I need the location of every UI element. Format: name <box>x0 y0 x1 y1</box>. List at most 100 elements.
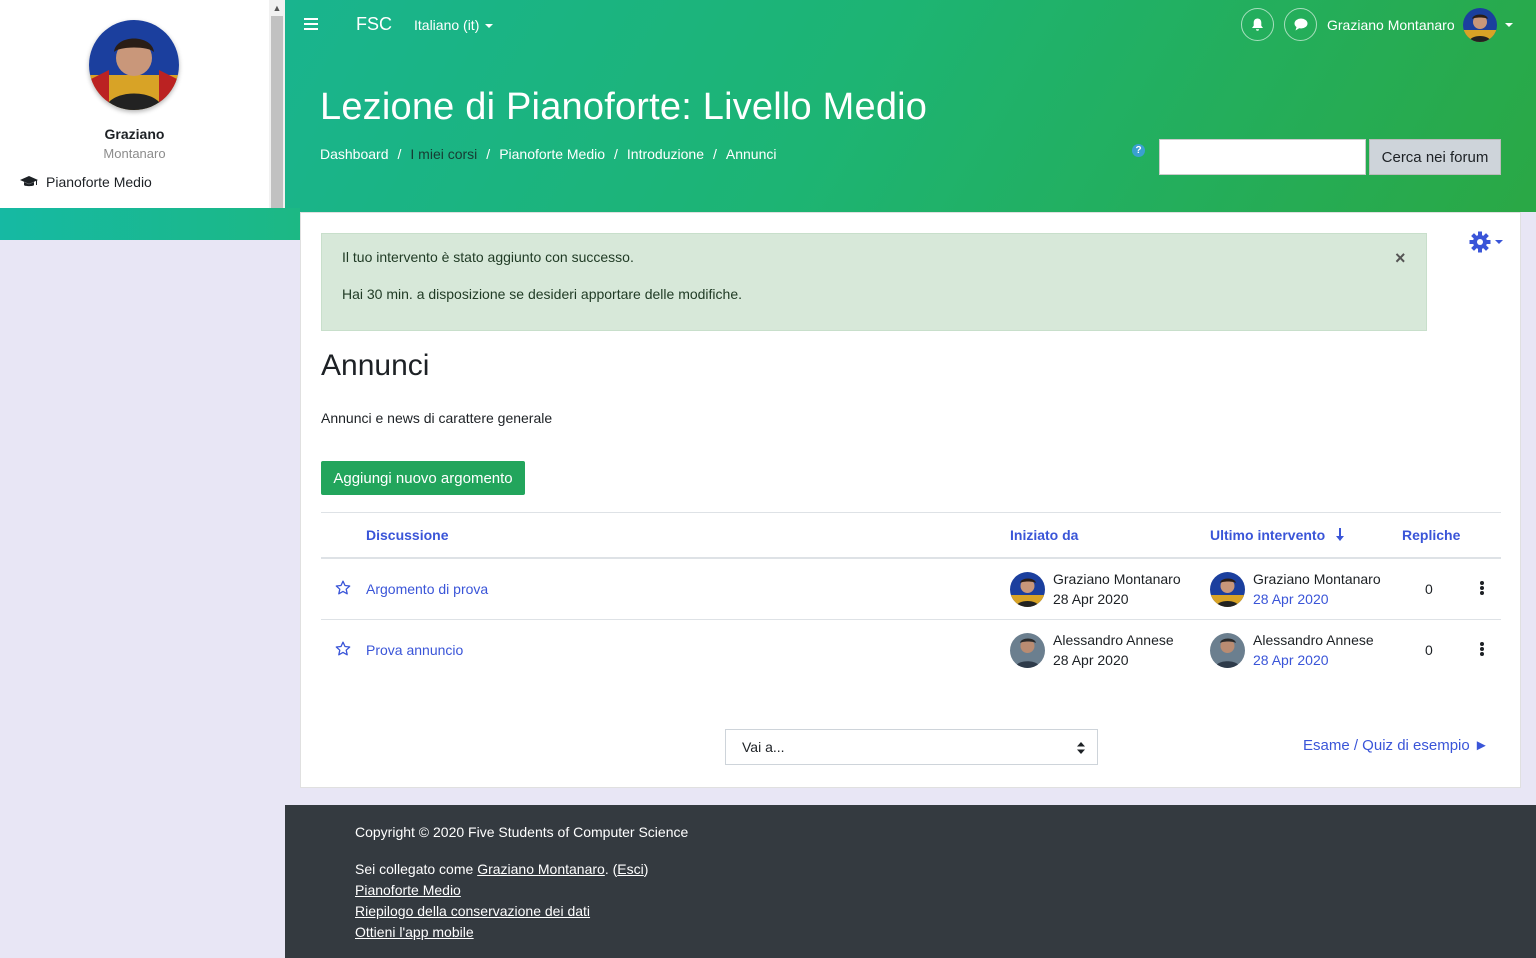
column-header-discussion[interactable]: Discussione <box>366 527 448 543</box>
starter-name: Graziano Montanaro <box>1053 571 1181 587</box>
page-title: Lezione di Pianoforte: Livello Medio <box>320 86 928 128</box>
breadcrumb-item-forum[interactable]: Annunci <box>726 146 777 162</box>
page-footer: Copyright © 2020 Five Students of Comput… <box>285 805 1536 958</box>
page-header: FSC Italiano (it) Graziano Montanaro Lez… <box>285 0 1536 212</box>
gear-icon <box>1469 231 1491 253</box>
scrollbar-thumb[interactable] <box>271 16 283 208</box>
forum-settings-menu[interactable] <box>1469 231 1503 253</box>
breadcrumb-item-section[interactable]: Introduzione <box>627 146 704 162</box>
last-post-user: Graziano Montanaro <box>1253 571 1381 587</box>
last-post-date-link[interactable]: 28 Apr 2020 <box>1253 650 1381 670</box>
last-post-date-link[interactable]: 28 Apr 2020 <box>1253 589 1381 609</box>
chat-bubble-icon <box>1294 18 1307 31</box>
table-header: Discussione Iniziato da Ultimo intervent… <box>321 512 1501 559</box>
language-menu[interactable]: Italiano (it) <box>414 17 494 33</box>
language-label: Italiano (it) <box>414 17 480 33</box>
avatar[interactable] <box>1010 632 1045 668</box>
chevron-down-icon <box>485 24 494 29</box>
starter-date: 28 Apr 2020 <box>1053 591 1129 607</box>
top-navbar: FSC Italiano (it) Graziano Montanaro <box>285 0 1536 50</box>
notifications-button[interactable] <box>1241 8 1274 41</box>
table-row: Argomento di prova Graziano Montanaro 28… <box>321 559 1501 620</box>
jump-to-select-value: Vai a... <box>742 739 785 755</box>
select-arrows-icon <box>1077 742 1085 754</box>
logged-in-info: Sei collegato come Graziano Montanaro. (… <box>355 861 648 877</box>
breadcrumb-item-dashboard[interactable]: Dashboard <box>320 146 389 162</box>
drawer-course-link[interactable]: Pianoforte Medio <box>20 174 152 190</box>
add-discussion-button[interactable]: Aggiungi nuovo argomento <box>321 461 525 495</box>
alert-message: Il tuo intervento è stato aggiunto con s… <box>342 249 634 265</box>
drawer-footer-band <box>0 208 300 240</box>
last-post-user: Alessandro Annese <box>1253 632 1374 648</box>
last-post: Graziano Montanaro 28 Apr 2020 <box>1210 569 1381 609</box>
main-content: Il tuo intervento è stato aggiunto con s… <box>300 212 1521 788</box>
user-menu-name: Graziano Montanaro <box>1327 17 1455 33</box>
more-actions-icon[interactable] <box>1480 581 1484 595</box>
logout-sep-close: ) <box>643 861 649 877</box>
replies-count: 0 <box>1425 581 1433 597</box>
forum-search-input[interactable] <box>1159 139 1366 175</box>
graduation-cap-icon <box>20 176 38 187</box>
copyright-text: Copyright © 2020 Five Students of Comput… <box>355 824 689 840</box>
breadcrumb-item-course[interactable]: Pianoforte Medio <box>499 146 605 162</box>
column-header-last-post[interactable]: Ultimo intervento <box>1210 527 1345 543</box>
breadcrumb-separator: / <box>397 146 402 162</box>
close-icon[interactable]: × <box>1395 248 1406 269</box>
forum-description: Annunci e news di carattere generale <box>321 410 553 426</box>
profile-link[interactable]: Graziano Montanaro <box>477 861 605 877</box>
avatar[interactable] <box>89 20 179 110</box>
last-post: Alessandro Annese 28 Apr 2020 <box>1210 630 1381 670</box>
drawer-user-first-name: Graziano <box>104 126 165 142</box>
discussion-link[interactable]: Argomento di prova <box>366 581 488 597</box>
nav-drawer: Graziano Montanaro Pianoforte Medio ▲ <box>0 0 285 208</box>
discussion-table: Discussione Iniziato da Ultimo intervent… <box>321 512 1501 681</box>
jump-to-select[interactable]: Vai a... <box>725 729 1098 765</box>
table-row: Prova annuncio Alessandro Annese 28 Apr … <box>321 620 1501 681</box>
drawer-user-last-name: Montanaro <box>103 146 166 161</box>
hamburger-menu-icon[interactable] <box>304 18 318 31</box>
column-header-replies[interactable]: Repliche <box>1402 527 1460 543</box>
breadcrumb-separator: / <box>712 146 717 162</box>
footer-course-link[interactable]: Pianoforte Medio <box>355 882 461 898</box>
logout-link[interactable]: Esci <box>617 861 643 877</box>
success-alert: Il tuo intervento è stato aggiunto con s… <box>321 233 1427 331</box>
avatar[interactable] <box>1210 632 1245 668</box>
chevron-down-icon <box>1495 240 1503 244</box>
sort-descending-arrow-icon <box>1336 528 1345 541</box>
alert-edit-time-message: Hai 30 min. a disposizione se desideri a… <box>342 286 742 302</box>
forum-title: Annunci <box>321 349 430 382</box>
site-brand[interactable]: FSC <box>356 14 392 35</box>
scroll-up-arrow-icon[interactable]: ▲ <box>269 0 285 16</box>
star-outline-icon[interactable] <box>335 580 351 596</box>
column-header-last-post-label: Ultimo intervento <box>1210 527 1326 543</box>
breadcrumb-item-my-courses[interactable]: I miei corsi <box>410 146 477 162</box>
bell-icon <box>1252 18 1263 31</box>
breadcrumb-separator: / <box>614 146 618 162</box>
more-actions-icon[interactable] <box>1480 642 1484 656</box>
avatar[interactable] <box>1210 571 1245 607</box>
breadcrumb: Dashboard / I miei corsi / Pianoforte Medi… <box>320 146 776 162</box>
starter-name: Alessandro Annese <box>1053 632 1174 648</box>
user-menu[interactable]: Graziano Montanaro <box>1327 8 1513 42</box>
logout-sep-open: . ( <box>604 861 618 877</box>
star-outline-icon[interactable] <box>335 641 351 657</box>
data-retention-link[interactable]: Riepilogo della conservazione dei dati <box>355 903 590 919</box>
next-activity-link[interactable]: Esame / Quiz di esempio ► <box>1303 737 1489 754</box>
messages-button[interactable] <box>1284 8 1317 41</box>
avatar <box>1462 8 1497 42</box>
logged-in-prefix: Sei collegato come <box>355 861 478 877</box>
help-icon[interactable]: ? <box>1132 144 1145 157</box>
avatar[interactable] <box>1010 571 1045 607</box>
drawer-scrollbar[interactable]: ▲ <box>269 0 285 208</box>
discussion-starter: Graziano Montanaro 28 Apr 2020 <box>1010 569 1181 609</box>
discussion-link[interactable]: Prova annuncio <box>366 642 463 658</box>
mobile-app-link[interactable]: Ottieni l'app mobile <box>355 924 474 940</box>
starter-date: 28 Apr 2020 <box>1053 652 1129 668</box>
breadcrumb-separator: / <box>486 146 491 162</box>
chevron-down-icon <box>1504 23 1513 27</box>
discussion-starter: Alessandro Annese 28 Apr 2020 <box>1010 630 1181 670</box>
replies-count: 0 <box>1425 642 1433 658</box>
forum-search-button[interactable]: Cerca nei forum <box>1369 139 1501 175</box>
column-header-started-by[interactable]: Iniziato da <box>1010 527 1078 543</box>
drawer-course-label: Pianoforte Medio <box>46 174 152 190</box>
